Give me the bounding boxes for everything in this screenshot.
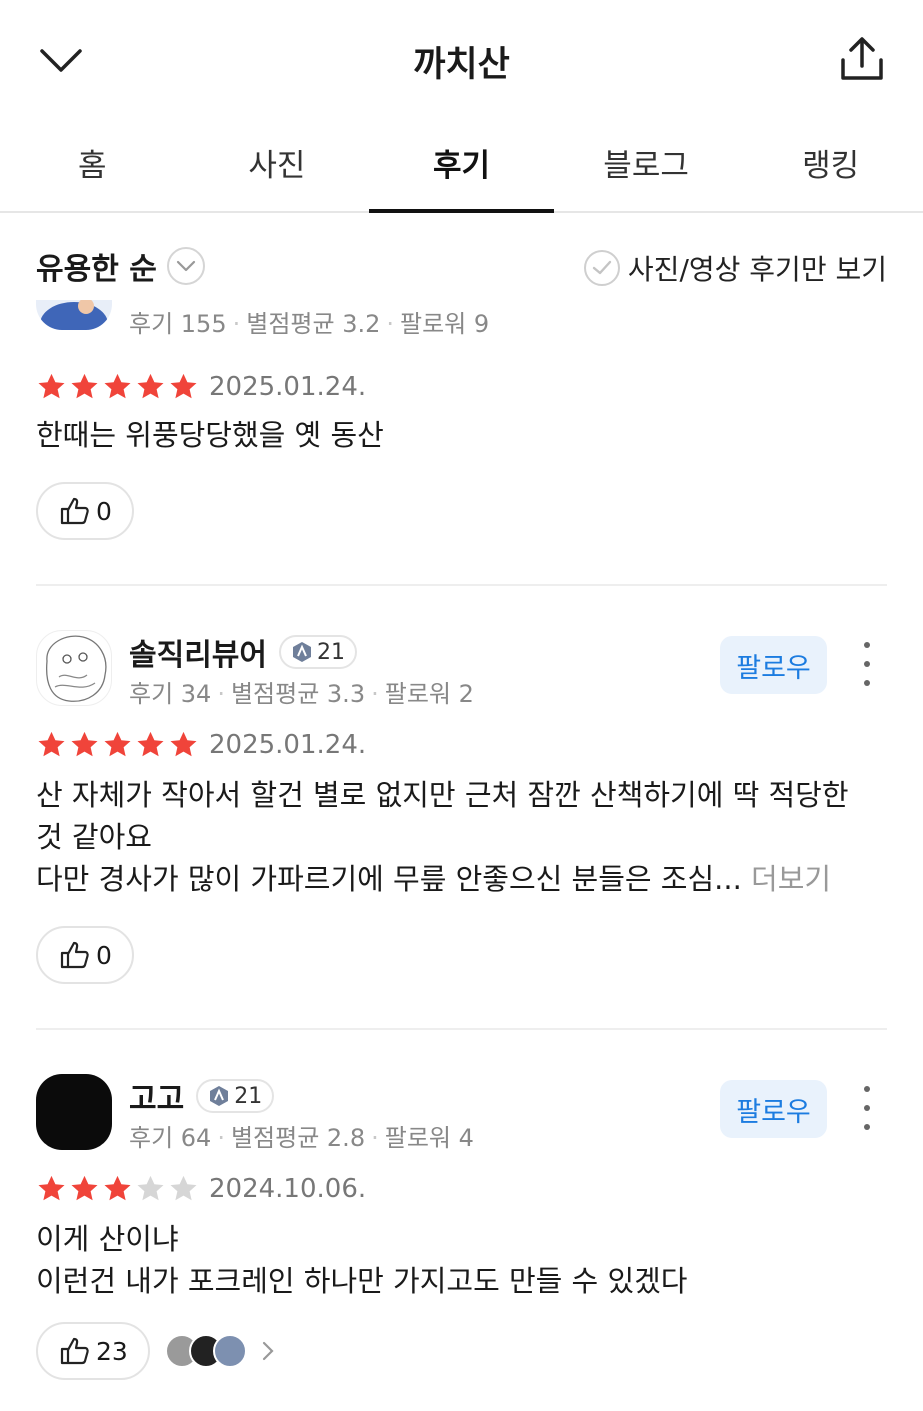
level-badge: 21 [196, 1079, 275, 1113]
chevron-down-icon [166, 247, 205, 285]
photo-only-toggle[interactable]: 사진/영상 후기만 보기 [583, 248, 887, 288]
rating-row: 2025.01.24. [36, 372, 366, 402]
check-circle-icon [583, 250, 620, 286]
review-header: 고고 21 후기 64 · 별점평균 2.8 · 팔로워 4 팔로우 [36, 1074, 887, 1154]
star-icon [137, 373, 164, 399]
chevron-right-icon [262, 1341, 274, 1361]
thumbs-up-icon [60, 941, 89, 969]
star-icon [38, 1175, 65, 1201]
top-bar: 까치산 [0, 0, 923, 120]
thumbs-up-icon [60, 1337, 89, 1365]
avatar[interactable] [36, 630, 112, 706]
review-feed[interactable]: 후기 155 · 별점평균 3.2 · 팔로워 9 2025.01.24. 한때는 위풍… [0, 300, 923, 1411]
star-rating [36, 372, 199, 402]
photo-only-label: 사진/영상 후기만 보기 [627, 253, 887, 286]
review-header: 솔직리뷰어 21 후기 34 · 별점평균 3.3 · 팔로워 2 팔로우 [36, 630, 887, 710]
reviewer-name[interactable]: 솔직리뷰어 [129, 630, 267, 674]
divider [36, 1028, 887, 1030]
star-icon [104, 731, 131, 757]
star-icon [71, 373, 98, 399]
level-icon [293, 642, 311, 662]
star-icon [38, 373, 65, 399]
star-icon [104, 373, 131, 399]
reviewer-stats: 후기 34 · 별점평균 3.3 · 팔로워 2 [129, 680, 474, 708]
follow-button[interactable]: 팔로우 [720, 636, 827, 694]
review-date: 2025.01.24. [209, 372, 367, 402]
tab-photos[interactable]: 사진 [185, 120, 370, 211]
share-icon [841, 37, 883, 80]
tab-home[interactable]: 홈 [0, 120, 185, 211]
like-button[interactable]: 23 [36, 1322, 150, 1380]
page-title: 까치산 [413, 45, 510, 85]
follow-button[interactable]: 팔로우 [720, 1080, 827, 1138]
rating-row: 2024.10.06. [36, 1174, 366, 1204]
read-more-link[interactable]: 더보기 [751, 862, 831, 896]
star-icon [71, 1175, 98, 1201]
star-icon [38, 731, 65, 757]
star-icon [137, 731, 164, 757]
star-icon [104, 1175, 131, 1201]
like-count: 0 [96, 496, 112, 526]
like-button[interactable]: 0 [36, 482, 134, 540]
liker-avatar [213, 1334, 247, 1368]
review-date: 2025.01.24. [209, 730, 367, 760]
filter-bar: 유용한 순 사진/영상 후기만 보기 [0, 236, 923, 300]
level-icon [210, 1086, 229, 1106]
review-item: 솔직리뷰어 21 후기 34 · 별점평균 3.3 · 팔로워 2 팔로우 2025.0… [0, 630, 923, 1030]
liker-avatars[interactable] [165, 1334, 279, 1368]
review-item: 후기 155 · 별점평균 3.2 · 팔로워 9 2025.01.24. 한때는 위풍… [0, 300, 923, 585]
like-button[interactable]: 0 [36, 926, 134, 984]
share-button[interactable] [837, 32, 887, 86]
review-text: 이게 산이냐 이런건 내가 포크레인 하나만 가지고도 만들 수 있겠다 [36, 1222, 688, 1298]
review-text: 산 자체가 작아서 할건 별로 없지만 근처 잠깐 산책하기에 딱 적당한 것 … [36, 778, 849, 896]
rating-row: 2025.01.24. [36, 730, 366, 760]
sort-label: 유용한 순 [36, 252, 157, 287]
tab-reviews[interactable]: 후기 [369, 120, 554, 213]
like-count: 0 [96, 940, 112, 970]
more-options-button[interactable] [855, 642, 879, 686]
star-rating [36, 1174, 199, 1204]
review-item: 고고 21 후기 64 · 별점평균 2.8 · 팔로워 4 팔로우 2024.10.0… [0, 1074, 923, 1411]
thumbs-up-icon [60, 497, 89, 525]
more-options-button[interactable] [855, 1086, 879, 1130]
tab-bar: 홈 사진 후기 블로그 랭킹 [0, 120, 923, 213]
level-badge: 21 [279, 635, 357, 669]
reviewer-name[interactable]: 고고 [129, 1074, 184, 1118]
tab-blog[interactable]: 블로그 [554, 120, 739, 211]
reviewer-stats: 후기 64 · 별점평균 2.8 · 팔로워 4 [129, 1124, 474, 1152]
review-date: 2024.10.06. [209, 1174, 367, 1204]
avatar[interactable] [36, 1074, 112, 1150]
reviewer-stats: 후기 155 · 별점평균 3.2 · 팔로워 9 [129, 310, 490, 338]
star-icon [170, 373, 197, 399]
star-rating [36, 730, 199, 760]
star-icon [71, 731, 98, 757]
review-header: 후기 155 · 별점평균 3.2 · 팔로워 9 [36, 300, 887, 340]
star-icon [170, 1175, 197, 1201]
avatar[interactable] [36, 300, 112, 330]
star-icon [137, 1175, 164, 1201]
review-text: 한때는 위풍당당했을 옛 동산 [36, 418, 384, 452]
sort-dropdown[interactable]: 유용한 순 [36, 244, 205, 288]
like-count: 23 [96, 1336, 128, 1366]
star-icon [170, 731, 197, 757]
divider [36, 584, 887, 586]
tab-ranking[interactable]: 랭킹 [738, 120, 923, 211]
